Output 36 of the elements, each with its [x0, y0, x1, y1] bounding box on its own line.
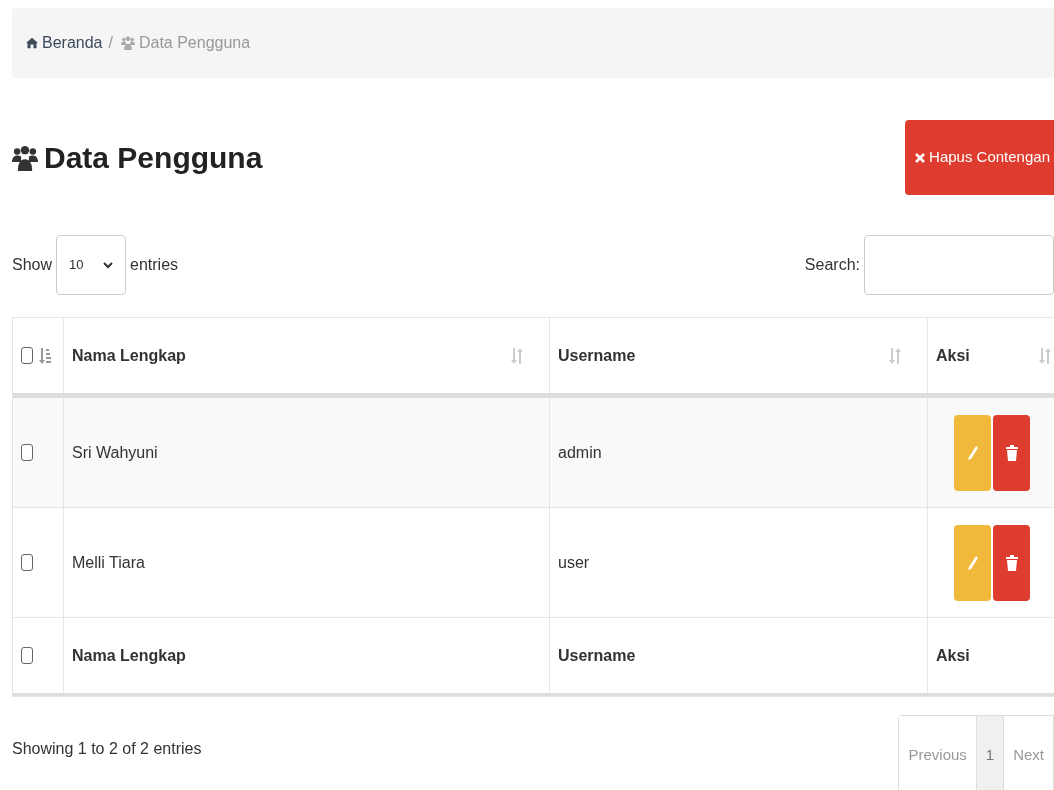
column-header[interactable]: Username [558, 343, 636, 368]
column-footer: Username [558, 643, 636, 668]
table-cell-text: admin [558, 442, 602, 463]
column-header[interactable]: Nama Lengkap [72, 343, 186, 368]
delete-checked-button[interactable]: Hapus Contengan [905, 120, 1054, 195]
breadcrumb-separator: / [108, 33, 113, 53]
table-cell-text: user [558, 552, 590, 573]
checkbox[interactable] [21, 554, 33, 571]
entries-label: entries [130, 255, 179, 275]
column-footer: Nama Lengkap [72, 643, 186, 668]
pencil-icon [966, 554, 979, 571]
table-cell-text: Melli Tiara [72, 552, 145, 573]
checkbox[interactable] [21, 647, 33, 664]
trash-icon [1005, 554, 1018, 571]
search-field[interactable] [864, 235, 1054, 295]
entries-select[interactable]: 10 [56, 235, 127, 295]
delete-button[interactable] [993, 414, 1030, 491]
table-cell-text: Sri Wahyuni [72, 442, 158, 463]
breadcrumb-link[interactable]: Beranda [42, 31, 103, 55]
column-header[interactable]: Aksi [936, 343, 970, 368]
pencil-icon [966, 444, 979, 461]
checkbox[interactable] [21, 444, 33, 461]
column-footer: Aksi [936, 643, 970, 668]
show-label: Show [12, 255, 53, 275]
checkbox[interactable] [21, 347, 33, 364]
trash-icon [1005, 444, 1018, 461]
users-icon [12, 144, 38, 171]
page-title: Data Pengguna [44, 140, 263, 176]
users-icon [120, 36, 135, 50]
pagination-button[interactable]: 1 [975, 716, 1004, 790]
close-icon [915, 152, 926, 163]
table-info: Showing 1 to 2 of 2 entries [12, 739, 202, 759]
home-icon [26, 37, 38, 49]
search-label: Search: [804, 255, 860, 275]
chevron-down-icon [103, 261, 114, 269]
delete-button[interactable] [993, 524, 1030, 601]
